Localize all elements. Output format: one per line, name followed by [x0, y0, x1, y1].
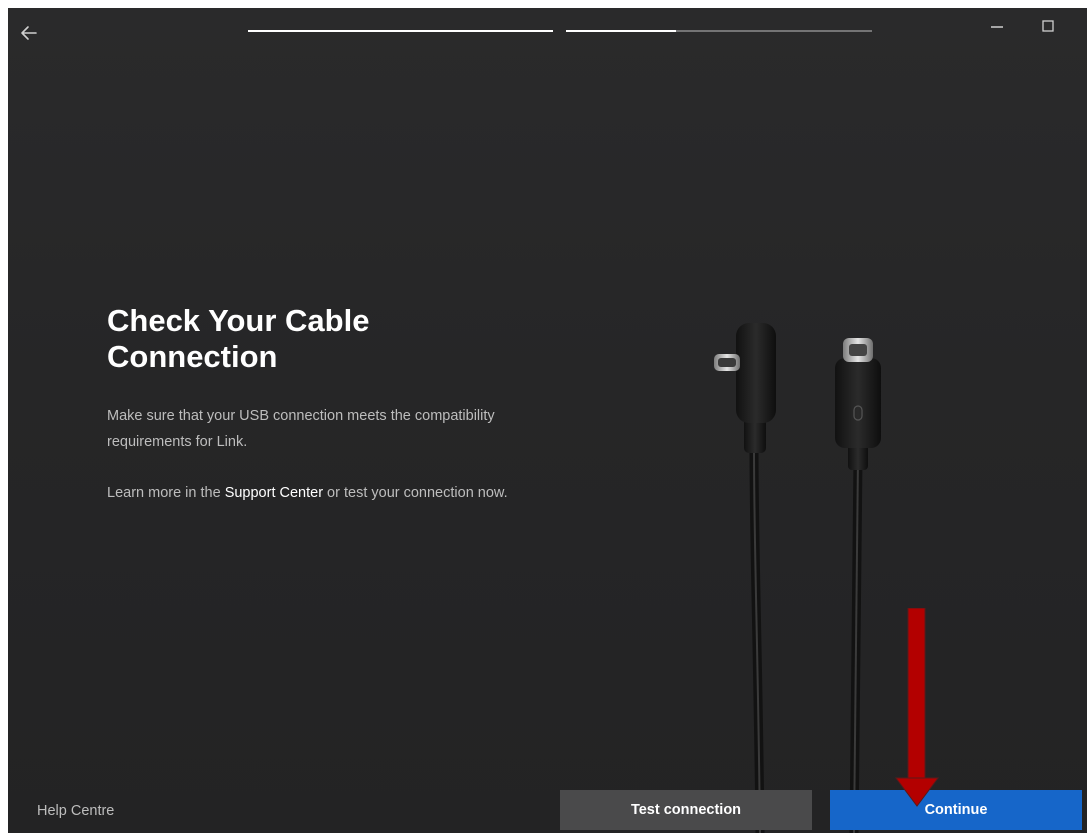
learn-more-suffix: or test your connection now. — [323, 485, 508, 501]
progress-step-1-fill — [248, 30, 553, 32]
description-text: Make sure that your USB connection meets… — [107, 408, 495, 450]
main-content: Check Your Cable Connection Make sure th… — [107, 303, 567, 531]
page-title: Check Your Cable Connection — [107, 303, 370, 374]
usb-cable-illustration — [714, 323, 881, 833]
learn-more-prefix: Learn more in the — [107, 485, 225, 501]
maximize-button[interactable] — [1035, 14, 1059, 38]
arrow-left-icon — [21, 26, 37, 40]
back-button[interactable] — [14, 18, 44, 48]
minimize-icon — [991, 26, 1003, 28]
app-window: Check Your Cable Connection Make sure th… — [8, 8, 1087, 833]
progress-step-1 — [248, 30, 553, 32]
continue-button[interactable]: Continue — [830, 790, 1082, 830]
maximize-icon — [1042, 20, 1054, 32]
support-center-link[interactable]: Support Center — [225, 485, 323, 501]
learn-more-text: Learn more in the Support Center or test… — [107, 480, 537, 506]
test-connection-button[interactable]: Test connection — [560, 790, 812, 830]
progress-step-2 — [566, 30, 872, 32]
help-centre-link[interactable]: Help Centre — [37, 803, 114, 819]
progress-step-2-fill — [566, 30, 677, 32]
minimize-button[interactable] — [985, 14, 1009, 38]
